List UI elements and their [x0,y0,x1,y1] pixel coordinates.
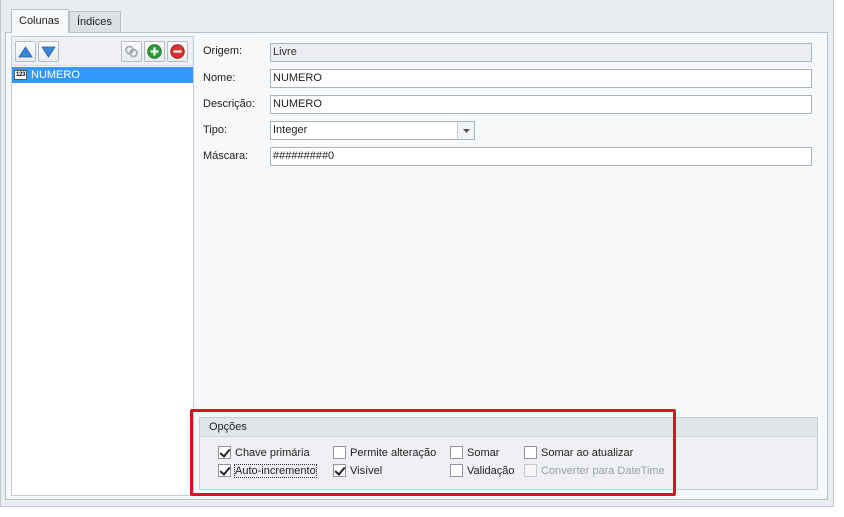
visivel-label: Visível [350,464,383,477]
converter-datetime-label: Converter para DateTime [541,464,665,477]
validacao-label: Validação [467,464,515,477]
checkbox-box[interactable] [333,464,346,477]
mascara-input[interactable]: #########0 [270,147,812,166]
options-header: Opções [200,418,817,437]
nome-input[interactable]: NUMERO [270,69,812,88]
tipo-label: Tipo: [203,124,228,136]
tab-colunas[interactable]: Colunas [11,9,69,33]
list-item[interactable]: 123 NUMERO [12,67,193,83]
mascara-label: Máscara: [203,150,249,162]
chave-primaria-checkbox[interactable]: Chave primária [218,446,310,459]
permite-alteracao-label: Permite alteração [350,446,437,459]
remove-icon [170,44,185,59]
checkbox-box[interactable] [218,464,231,477]
arrow-down-icon [41,46,56,58]
move-down-button[interactable] [38,41,59,62]
tab-indices[interactable]: Índices [69,11,121,32]
columns-list-pane: 123 NUMERO [11,36,194,496]
move-up-button[interactable] [15,41,36,62]
validacao-checkbox[interactable]: Validação [450,464,515,477]
permite-alteracao-checkbox[interactable]: Permite alteração [333,446,436,459]
arrow-up-icon [18,45,33,57]
nome-label: Nome: [203,72,236,84]
link-button[interactable] [121,41,142,62]
add-icon [147,44,162,59]
dropdown-button[interactable] [457,122,474,139]
somar-label: Somar [467,446,500,459]
origem-label: Origem: [203,45,243,57]
checkbox-box[interactable] [524,446,537,459]
tipo-select-value: Integer [273,124,308,136]
integer-type-icon: 123 [14,70,27,80]
checkbox-box[interactable] [218,446,231,459]
visivel-checkbox[interactable]: Visível [333,464,382,477]
chave-primaria-label: Chave primária [235,446,310,459]
columns-toolbar [12,37,193,66]
descricao-input[interactable]: NUMERO [270,95,812,114]
somar-ao-atualizar-checkbox[interactable]: Somar ao atualizar [524,446,633,459]
auto-incremento-checkbox[interactable]: Auto-incremento [218,463,317,478]
link-icon [125,45,138,58]
somar-checkbox[interactable]: Somar [450,446,499,459]
tab-panel-colunas: 123 NUMERO Origem: Livre Nome: NUMERO De… [5,32,828,500]
options-groupbox: Opções Chave primária Auto-incremento Pe… [199,417,818,490]
somar-ao-atualizar-label: Somar ao atualizar [541,446,634,459]
chevron-down-icon [462,128,470,133]
tipo-select[interactable]: Integer [270,121,475,140]
remove-column-button[interactable] [167,41,188,62]
checkbox-box [524,464,537,477]
auto-incremento-label: Auto-incremento [234,463,317,478]
origem-field: Livre [270,43,812,62]
bottom-strip [0,507,844,517]
checkbox-box[interactable] [450,464,463,477]
converter-datetime-checkbox: Converter para DateTime [524,464,665,477]
descricao-label: Descrição: [203,98,255,110]
list-item-label: NUMERO [31,69,80,81]
checkbox-box[interactable] [450,446,463,459]
add-column-button[interactable] [144,41,165,62]
checkbox-box[interactable] [333,446,346,459]
